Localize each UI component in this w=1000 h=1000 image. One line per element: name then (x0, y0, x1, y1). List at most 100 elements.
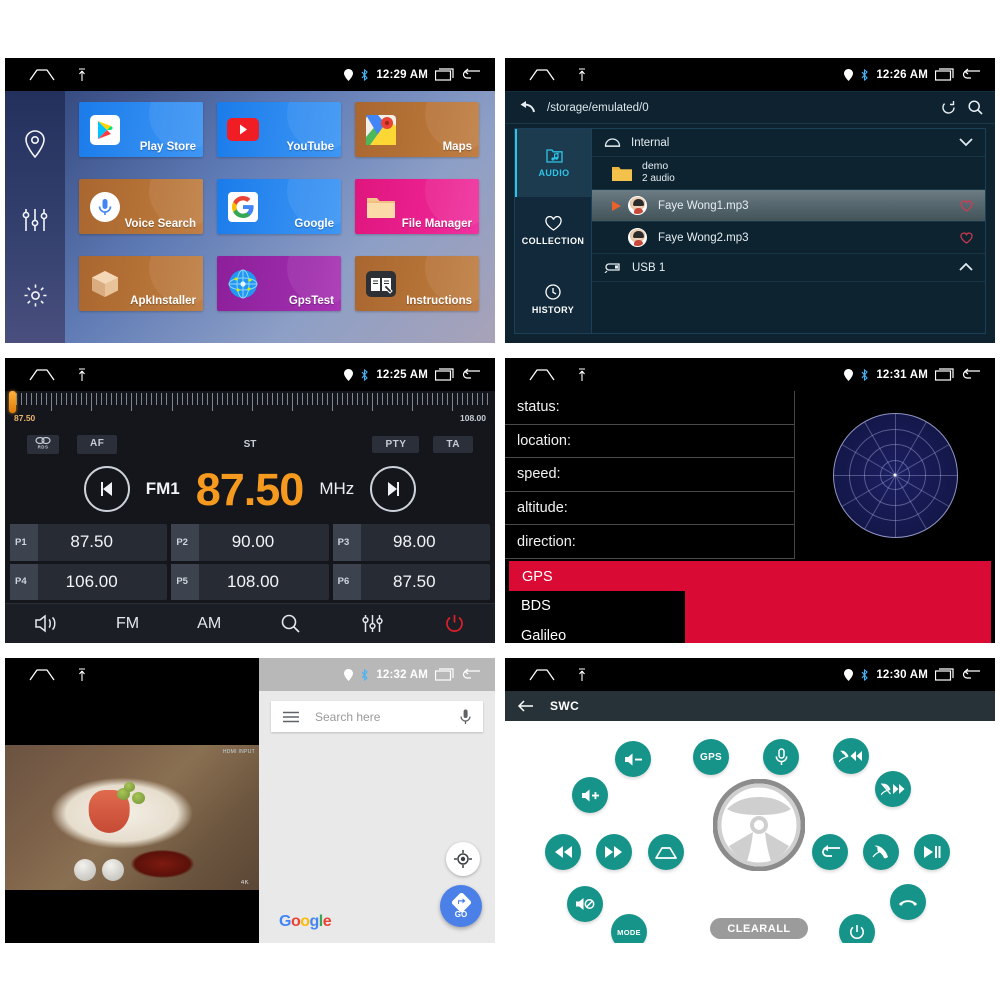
recents-icon[interactable] (935, 668, 954, 681)
search-icon[interactable] (968, 100, 983, 115)
recents-icon[interactable] (435, 668, 454, 681)
app-tile-apkinstaller[interactable]: ApkInstaller (79, 256, 203, 311)
gnss-option-bds[interactable]: BDS (509, 591, 685, 621)
home-icon[interactable] (29, 368, 55, 381)
navigate-go-button[interactable]: GO (440, 885, 482, 927)
preset-button[interactable]: P5 108.00 (171, 563, 329, 600)
pty-button[interactable]: PTY (372, 435, 420, 453)
home-icon[interactable] (29, 68, 55, 81)
call-prev-button[interactable] (833, 738, 869, 774)
preset-button[interactable]: P6 87.50 (332, 563, 490, 600)
dial-marker[interactable] (9, 391, 16, 413)
recents-icon[interactable] (435, 68, 454, 81)
usb-icon (77, 367, 87, 382)
back-arrow-icon[interactable] (519, 101, 535, 114)
sidebar-item-collection[interactable]: COLLECTION (515, 197, 591, 265)
preset-button[interactable]: P3 98.00 (332, 524, 490, 561)
power-button[interactable] (413, 614, 495, 633)
sidebar-item-navigation[interactable] (24, 130, 46, 158)
hangup-button[interactable] (890, 884, 926, 920)
list-item-storage-usb1[interactable]: USB 1 (592, 254, 985, 282)
af-button[interactable]: AF (77, 434, 118, 454)
app-tile-youtube[interactable]: YouTube (217, 102, 341, 157)
am-button[interactable]: AM (168, 615, 250, 633)
google-maps-pane[interactable]: Search here GO Google (259, 691, 495, 943)
rear-camera-preview[interactable]: HDMI INPUT 4K (5, 691, 259, 943)
my-location-button[interactable] (446, 842, 480, 876)
app-tile-play-store[interactable]: Play Store (79, 102, 203, 157)
chevron-up-icon[interactable] (959, 263, 973, 272)
recents-icon[interactable] (935, 368, 954, 381)
dial-tick (316, 393, 318, 405)
scan-button[interactable] (250, 614, 332, 633)
gnss-option-galileo[interactable]: Galileo (509, 621, 685, 643)
home-icon[interactable] (529, 368, 555, 381)
back-icon[interactable] (961, 68, 981, 81)
home-button[interactable] (648, 834, 684, 870)
sidebar-item-equalizer[interactable] (22, 207, 48, 233)
mode-button[interactable]: MODE (611, 914, 647, 943)
app-tile-voice-search[interactable]: Voice Search (79, 179, 203, 234)
preset-button[interactable]: P4 106.00 (10, 563, 168, 600)
clear-all-button[interactable]: CLEARALL (710, 918, 808, 939)
sidebar-item-history[interactable]: HISTORY (515, 265, 591, 333)
list-item-track[interactable]: Faye Wong1.mp3 (592, 190, 985, 222)
now-playing-icon (610, 200, 622, 211)
sidebar-item-settings[interactable] (23, 283, 48, 308)
search-bar[interactable]: Search here (271, 701, 483, 732)
back-icon[interactable] (961, 668, 981, 681)
equalizer-button[interactable] (332, 613, 414, 634)
refresh-icon[interactable] (941, 100, 956, 115)
rds-button[interactable]: RDS (27, 434, 59, 454)
preset-button[interactable]: P1 87.50 (10, 524, 168, 561)
volume-down-button[interactable] (615, 741, 651, 777)
next-station-button[interactable] (370, 466, 417, 512)
call-next-icon (881, 781, 905, 797)
heart-outline-icon[interactable] (960, 232, 973, 244)
microphone-icon[interactable] (460, 709, 471, 725)
sidebar-item-audio[interactable]: AUDIO (515, 129, 591, 197)
previous-button[interactable] (545, 834, 581, 870)
recents-icon[interactable] (435, 368, 454, 381)
gps-button[interactable]: GPS (693, 739, 729, 775)
app-tile-file-manager[interactable]: File Manager (355, 179, 479, 234)
mute-button[interactable] (567, 886, 603, 922)
dial-tick (246, 393, 248, 405)
back-icon[interactable] (461, 668, 481, 681)
previous-station-button[interactable] (83, 466, 130, 512)
tuning-dial[interactable]: 87.50 108.00 (5, 391, 495, 431)
back-icon[interactable] (961, 368, 981, 381)
home-icon[interactable] (29, 668, 55, 681)
power-button[interactable] (839, 914, 875, 943)
volume-up-button[interactable] (572, 777, 608, 813)
app-tile-maps[interactable]: Maps (355, 102, 479, 157)
search-input[interactable]: Search here (315, 710, 460, 724)
answer-button[interactable] (863, 834, 899, 870)
list-item-track[interactable]: Faye Wong2.mp3 (592, 222, 985, 254)
preset-button[interactable]: P2 90.00 (171, 524, 329, 561)
app-tile-instructions[interactable]: Instructions (355, 256, 479, 311)
ta-button[interactable]: TA (433, 435, 473, 453)
hamburger-menu-icon[interactable] (283, 711, 299, 723)
list-item-storage-internal[interactable]: Internal (592, 129, 985, 157)
back-icon[interactable] (461, 68, 481, 81)
home-icon[interactable] (529, 68, 555, 81)
app-tile-gpstest[interactable]: GpsTest (217, 256, 341, 311)
voice-button[interactable] (763, 739, 799, 775)
chevron-down-icon[interactable] (959, 138, 973, 147)
list-item-folder-demo[interactable]: demo 2 audio (592, 157, 985, 190)
app-tile-google[interactable]: Google (217, 179, 341, 234)
call-next-button[interactable] (875, 771, 911, 807)
hangup-icon (898, 896, 918, 908)
home-icon[interactable] (529, 668, 555, 681)
next-button[interactable] (596, 834, 632, 870)
panel-gps-test: 12:31 AM status: location: speed: altitu… (505, 358, 995, 643)
mute-button[interactable] (5, 614, 87, 633)
fm-button[interactable]: FM (87, 615, 169, 633)
back-icon[interactable] (461, 368, 481, 381)
heart-outline-icon[interactable] (960, 200, 973, 212)
recents-icon[interactable] (935, 68, 954, 81)
back-button[interactable] (812, 834, 848, 870)
play-pause-button[interactable] (914, 834, 950, 870)
back-arrow-icon[interactable] (518, 700, 534, 712)
